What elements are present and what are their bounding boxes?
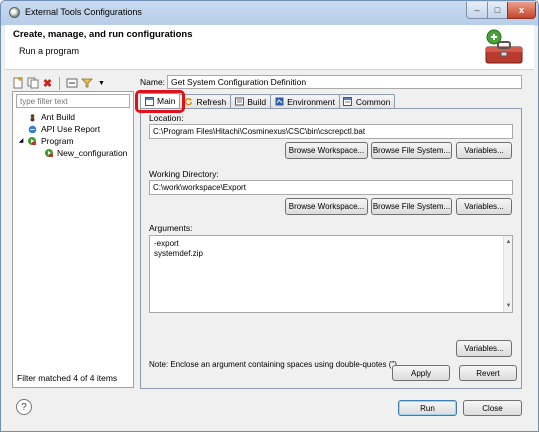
- report-icon: [27, 124, 37, 134]
- name-field[interactable]: Get System Configuration Definition: [167, 75, 522, 89]
- configuration-tree: Ant Build API Use Report ◢ Program New_c…: [16, 111, 132, 159]
- variables-button[interactable]: Variables...: [456, 142, 512, 159]
- header-title: Create, manage, and run configurations: [13, 29, 193, 40]
- variables-button[interactable]: Variables...: [456, 198, 512, 215]
- tab-label: Build: [247, 96, 267, 107]
- tab-label: Main: [157, 96, 176, 106]
- collapse-all-icon[interactable]: [65, 77, 78, 90]
- delete-icon[interactable]: ✖: [41, 77, 54, 90]
- config-icon: [44, 148, 54, 158]
- run-button[interactable]: Run: [398, 400, 457, 416]
- tree-item-label: New_configuration: [57, 148, 128, 158]
- close-icon: x: [518, 5, 524, 15]
- chevron-down-icon[interactable]: ▼: [95, 77, 108, 90]
- browse-file-system-button[interactable]: Browse File System...: [371, 142, 452, 159]
- tree-item-label: Program: [41, 136, 74, 146]
- tab-refresh[interactable]: Refresh: [179, 94, 232, 108]
- ant-icon: [27, 112, 37, 122]
- configuration-tree-panel: Ant Build API Use Report ◢ Program New_: [12, 91, 134, 388]
- argument-line: -export: [154, 239, 179, 248]
- tree-item-api-use-report[interactable]: API Use Report: [16, 123, 132, 135]
- tab-build[interactable]: Build: [230, 94, 272, 108]
- environment-icon: [274, 97, 284, 107]
- arguments-scrollbar[interactable]: ▲ ▼: [503, 236, 512, 312]
- external-tools-window: External Tools Configurations – □ x Crea…: [0, 0, 539, 432]
- app-icon: [9, 7, 20, 18]
- filter-input[interactable]: [16, 94, 130, 108]
- filter-status: Filter matched 4 of 4 items: [17, 373, 118, 383]
- config-toolbar: ✖ ▼: [11, 75, 108, 91]
- working-directory-field[interactable]: C:\work\workspace\Export: [149, 180, 513, 195]
- program-icon: [27, 136, 37, 146]
- header-subtitle: Run a program: [19, 46, 80, 56]
- main-tab-content: Location: C:\Program Files\Hitachi\Cosmi…: [140, 108, 522, 389]
- browse-file-system-button[interactable]: Browse File System...: [371, 198, 452, 215]
- dialog-header: Create, manage, and run configurations R…: [5, 25, 534, 70]
- tree-item-new-configuration[interactable]: New_configuration: [16, 147, 132, 159]
- close-window-button[interactable]: x: [507, 2, 536, 19]
- scroll-down-icon[interactable]: ▼: [505, 301, 512, 311]
- browse-workspace-button[interactable]: Browse Workspace...: [285, 198, 368, 215]
- expand-arrow-icon[interactable]: ◢: [16, 136, 26, 146]
- tree-item-label: API Use Report: [41, 124, 101, 134]
- minimize-button[interactable]: –: [466, 2, 488, 19]
- name-label: Name:: [140, 77, 166, 87]
- tree-item-label: Ant Build: [41, 112, 76, 122]
- tab-bar: Main Refresh Build Environment Common: [135, 90, 396, 113]
- arguments-variables-button[interactable]: Variables...: [456, 340, 512, 357]
- minimize-icon: –: [474, 5, 480, 15]
- working-directory-label: Working Directory:: [149, 169, 219, 179]
- argument-line: systemdef.zip: [154, 249, 203, 258]
- tab-common[interactable]: Common: [338, 94, 396, 108]
- maximize-icon: □: [494, 5, 501, 15]
- tab-label: Common: [355, 96, 391, 107]
- filter-icon[interactable]: [80, 77, 93, 90]
- close-button[interactable]: Close: [463, 400, 522, 416]
- scroll-up-icon[interactable]: ▲: [505, 237, 512, 247]
- quotes-note: Note: Enclose an argument containing spa…: [149, 360, 400, 369]
- tree-item-program[interactable]: ◢ Program: [16, 135, 132, 147]
- maximize-button[interactable]: □: [487, 2, 508, 19]
- help-icon[interactable]: ?: [16, 399, 32, 415]
- tab-label: Refresh: [196, 96, 227, 107]
- revert-button[interactable]: Revert: [459, 365, 517, 381]
- window-title: External Tools Configurations: [25, 7, 142, 17]
- toolbox-icon: [485, 29, 523, 64]
- tab-main[interactable]: Main: [135, 90, 185, 113]
- configuration-editor: Name: Get System Configuration Definitio…: [135, 75, 523, 389]
- arguments-label: Arguments:: [149, 223, 193, 233]
- toolbar-divider: [59, 76, 60, 90]
- tab-environment[interactable]: Environment: [270, 94, 340, 108]
- new-configuration-icon[interactable]: [11, 77, 24, 90]
- arguments-field[interactable]: -export systemdef.zip ▲ ▼: [149, 235, 513, 313]
- apply-button[interactable]: Apply: [392, 365, 450, 381]
- build-icon: [234, 97, 244, 107]
- tree-item-ant-build[interactable]: Ant Build: [16, 111, 132, 123]
- duplicate-icon[interactable]: [26, 77, 39, 90]
- location-label: Location:: [149, 113, 184, 123]
- common-icon: [343, 97, 353, 107]
- refresh-icon: [183, 97, 193, 107]
- tab-label: Environment: [287, 96, 335, 107]
- title-bar[interactable]: External Tools Configurations – □ x: [1, 1, 538, 25]
- main-tab-icon: [144, 96, 154, 106]
- browse-workspace-button[interactable]: Browse Workspace...: [285, 142, 368, 159]
- location-field[interactable]: C:\Program Files\Hitachi\Cosminexus\CSC\…: [149, 124, 513, 139]
